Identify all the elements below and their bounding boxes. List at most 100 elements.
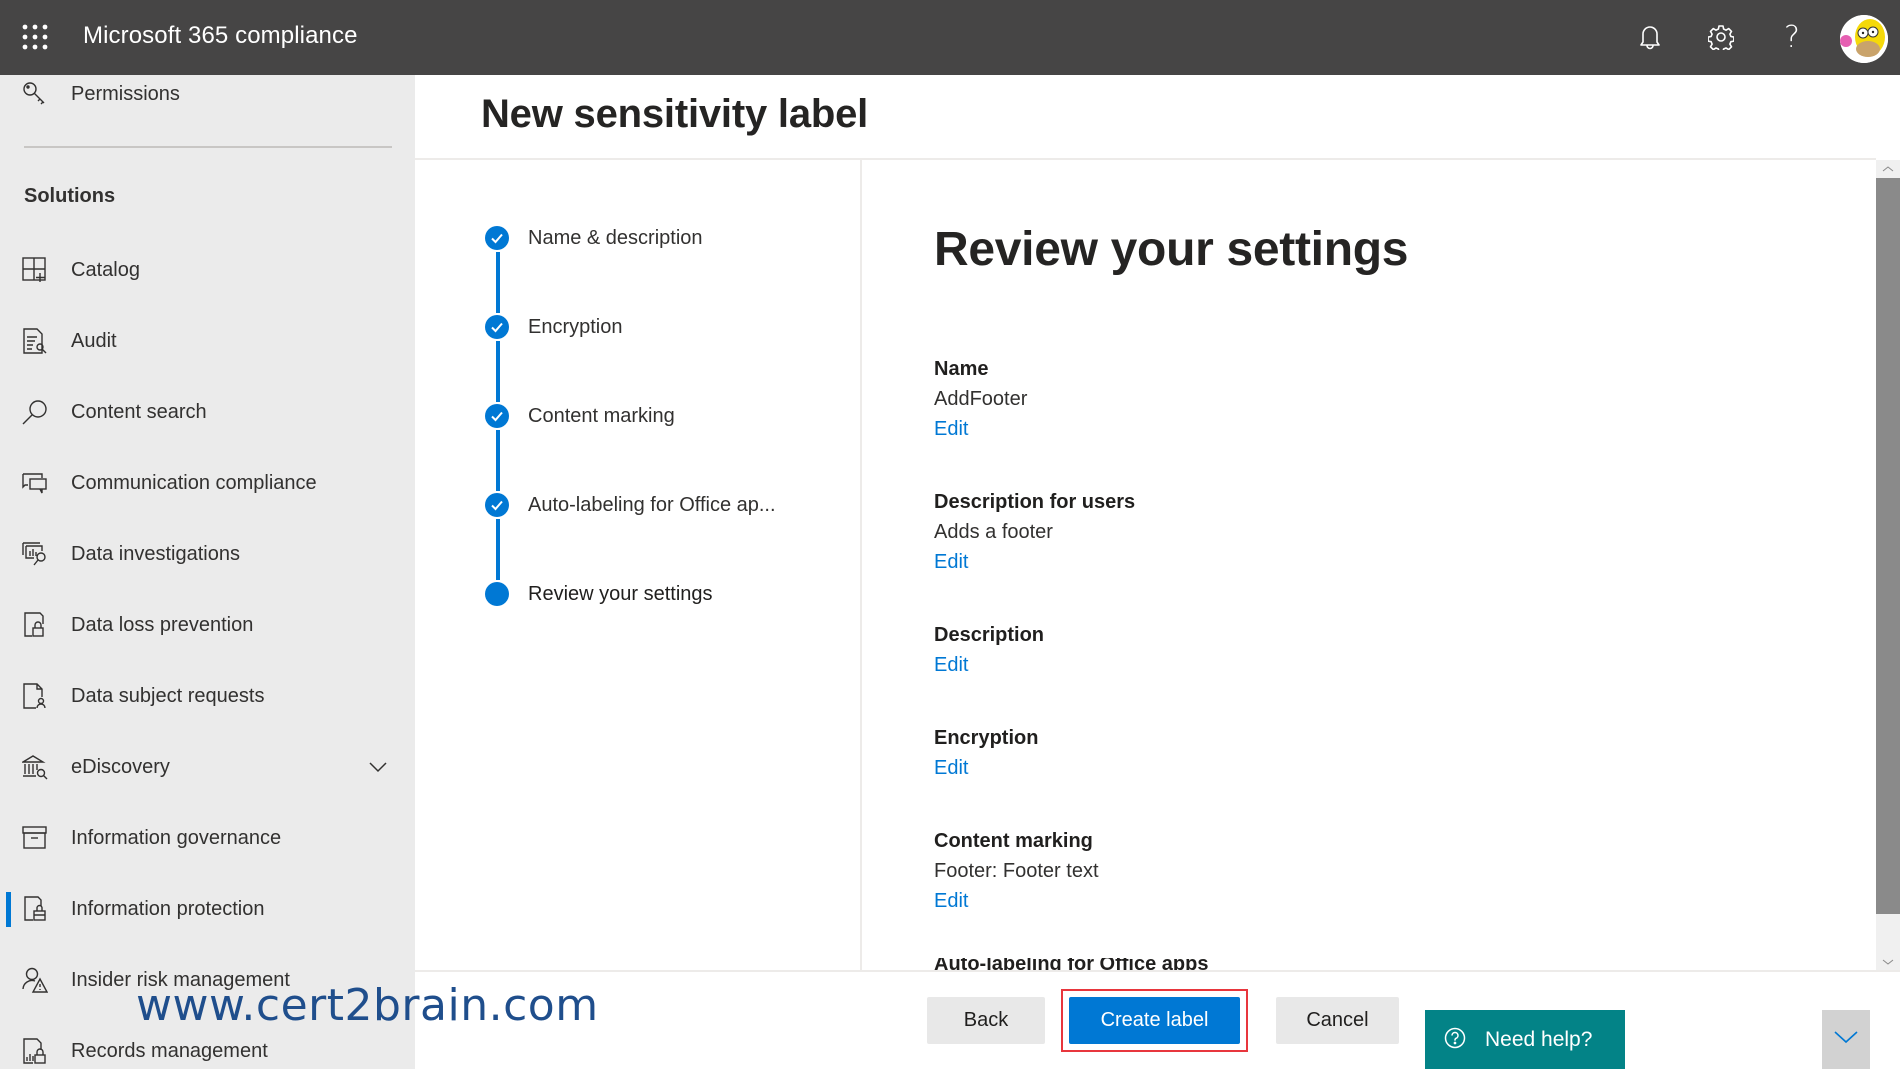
sidebar-item-data-investigations[interactable]: Data investigations	[0, 529, 415, 579]
sidebar-section-solutions: Solutions	[24, 185, 116, 207]
step-label: Encryption	[528, 315, 623, 338]
review-section-description-for-users: Description for users Adds a footer Edit	[934, 487, 1135, 577]
checkmark-icon	[485, 493, 509, 517]
step-label: Review your settings	[528, 582, 713, 605]
help-circle-icon	[1444, 1027, 1466, 1049]
sidebar-item-data-subject-requests[interactable]: Data subject requests	[0, 671, 415, 721]
section-value: AddFooter	[934, 388, 1028, 410]
review-section-description: Description Edit	[934, 620, 1044, 680]
need-help-button[interactable]: Need help?	[1425, 1010, 1625, 1069]
wizard-step-encryption[interactable]: Encryption	[485, 313, 623, 341]
step-label: Auto-labeling for Office ap...	[528, 493, 776, 516]
person-document-icon	[22, 683, 48, 709]
catalog-icon	[22, 257, 48, 283]
section-heading: Name	[934, 358, 989, 380]
sidebar-item-catalog[interactable]: Catalog	[0, 245, 415, 295]
step-label: Content marking	[528, 404, 675, 427]
sidebar-item-label: Insider risk management	[71, 968, 290, 991]
sidebar-item-label: Information protection	[71, 897, 265, 920]
wizard-step-name-description[interactable]: Name & description	[485, 224, 703, 252]
scrollbar-thumb[interactable]	[1876, 178, 1900, 914]
person-warning-icon	[22, 967, 48, 993]
app-launcher-icon[interactable]	[22, 24, 48, 50]
collapse-panel-button[interactable]	[1822, 1010, 1870, 1069]
sidebar-item-label: Catalog	[71, 258, 140, 281]
sidebar-item-label: Permissions	[71, 82, 180, 105]
review-section-content-marking: Content marking Footer: Footer text Edit	[934, 826, 1099, 916]
archive-icon	[22, 825, 48, 851]
sidebar-item-label: Records management	[71, 1039, 268, 1062]
sidebar-item-label: Data investigations	[71, 542, 240, 565]
section-value: Footer: Footer text	[934, 860, 1099, 882]
create-label-button[interactable]: Create label	[1069, 997, 1240, 1044]
bell-icon[interactable]	[1631, 18, 1669, 56]
shield-document-icon	[22, 896, 48, 922]
sidebar-item-label: Data subject requests	[71, 684, 265, 707]
wizard-step-auto-labeling[interactable]: Auto-labeling for Office ap...	[485, 491, 776, 519]
sidebar-item-information-governance[interactable]: Information governance	[0, 813, 415, 863]
edit-encryption-link[interactable]: Edit	[934, 753, 968, 783]
footer-divider	[415, 970, 1900, 972]
sidebar: Permissions Solutions Catalog Audit Cont…	[0, 75, 415, 1069]
checkmark-icon	[485, 226, 509, 250]
current-step-dot	[485, 582, 509, 606]
sidebar-item-insider-risk-management[interactable]: Insider risk management	[0, 955, 415, 1005]
key-icon	[22, 81, 48, 107]
section-value: Adds a footer	[934, 521, 1053, 543]
cancel-button[interactable]: Cancel	[1276, 997, 1399, 1044]
active-indicator	[6, 892, 11, 927]
wizard-step-content-marking[interactable]: Content marking	[485, 402, 675, 430]
help-icon[interactable]: ?	[1773, 18, 1811, 56]
sidebar-item-audit[interactable]: Audit	[0, 316, 415, 366]
sidebar-item-label: Content search	[71, 400, 207, 423]
sidebar-item-data-loss-prevention[interactable]: Data loss prevention	[0, 600, 415, 650]
checkmark-icon	[485, 315, 509, 339]
app-title[interactable]: Microsoft 365 compliance	[83, 22, 358, 50]
chat-icon	[22, 470, 48, 496]
top-bar: Microsoft 365 compliance ?	[0, 0, 1900, 75]
sidebar-item-information-protection[interactable]: Information protection	[0, 884, 415, 934]
review-title: Review your settings	[934, 223, 1409, 276]
sidebar-item-label: eDiscovery	[71, 755, 170, 778]
chevron-down-icon[interactable]	[366, 755, 390, 779]
wizard-step-review-settings[interactable]: Review your settings	[485, 580, 713, 608]
review-section-encryption: Encryption Edit	[934, 723, 1038, 783]
sidebar-item-communication-compliance[interactable]: Communication compliance	[0, 458, 415, 508]
sidebar-item-permissions[interactable]: Permissions	[0, 75, 415, 119]
scroll-up-arrow-icon[interactable]	[1876, 160, 1900, 178]
section-heading: Encryption	[934, 727, 1039, 749]
scroll-down-arrow-icon[interactable]	[1876, 953, 1900, 971]
audit-icon	[22, 328, 48, 354]
user-avatar[interactable]	[1840, 15, 1888, 63]
sidebar-item-records-management[interactable]: Records management	[0, 1026, 415, 1069]
step-connector	[496, 519, 500, 580]
lock-document-icon	[22, 612, 48, 638]
edit-description-link[interactable]: Edit	[934, 650, 968, 680]
data-investigation-icon	[22, 541, 48, 567]
section-heading: Description	[934, 624, 1045, 646]
page-title: New sensitivity label	[481, 92, 869, 136]
courthouse-icon	[22, 754, 48, 780]
edit-description-for-users-link[interactable]: Edit	[934, 547, 968, 577]
chevron-down-icon	[1833, 1029, 1859, 1050]
section-heading: Description for users	[934, 491, 1136, 513]
edit-content-marking-link[interactable]: Edit	[934, 886, 968, 916]
vertical-scrollbar[interactable]	[1876, 160, 1900, 971]
edit-name-link[interactable]: Edit	[934, 414, 968, 444]
step-connector	[496, 430, 500, 491]
back-button[interactable]: Back	[927, 997, 1045, 1044]
sidebar-item-ediscovery[interactable]: eDiscovery	[0, 742, 415, 792]
column-divider	[860, 160, 862, 971]
sidebar-item-content-search[interactable]: Content search	[0, 387, 415, 437]
sidebar-item-label: Communication compliance	[71, 471, 317, 494]
step-connector	[496, 341, 500, 402]
gear-icon[interactable]	[1702, 18, 1740, 56]
records-icon	[22, 1038, 48, 1064]
title-divider	[415, 158, 1876, 160]
need-help-label: Need help?	[1485, 1027, 1593, 1051]
sidebar-item-label: Data loss prevention	[71, 613, 254, 636]
step-connector	[496, 252, 500, 313]
step-label: Name & description	[528, 226, 703, 249]
section-heading: Content marking	[934, 830, 1093, 852]
sidebar-divider	[24, 146, 392, 148]
